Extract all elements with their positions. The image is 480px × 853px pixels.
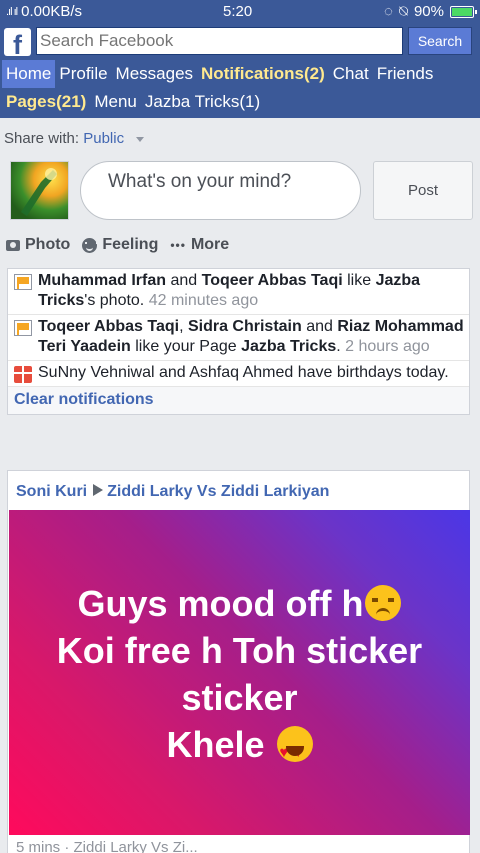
feeling-action[interactable]: Feeling (82, 236, 158, 254)
battery-percent: 90% (413, 3, 444, 20)
heart-eyes-emoji-icon (276, 726, 313, 776)
share-with-label: Share with: (4, 130, 80, 147)
main-nav: Home Profile Messages Notifications(2) Chat F… (2, 60, 478, 116)
nav-messages[interactable]: Messages (112, 60, 197, 88)
nav-menu[interactable]: Menu (90, 88, 141, 116)
post-line: Koi free h Toh sticker (56, 630, 423, 671)
arrow-right-icon (93, 484, 104, 496)
notification-text: SuNny Vehniwal and Ashfaq Ahmed have bir… (38, 364, 449, 381)
notification-time: 2 hours ago (345, 338, 430, 355)
post-line: Guys mood off h (77, 583, 364, 624)
post-line: sticker (181, 677, 298, 718)
nav-chat[interactable]: Chat (329, 60, 373, 88)
status-input[interactable]: What's on your mind? (80, 161, 361, 220)
signal-icon: .ıl ıl (6, 5, 18, 18)
composer-actions: Photo Feeling ••• More (6, 236, 229, 254)
nav-profile[interactable]: Profile (55, 60, 111, 88)
notification-item[interactable]: Muhammad Irfan and Toqeer Abbas Taqi lik… (8, 269, 469, 315)
feeling-label: Feeling (102, 236, 159, 253)
battery-icon (450, 5, 477, 18)
notifications-panel: Muhammad Irfan and Toqeer Abbas Taqi lik… (7, 268, 470, 415)
camera-icon (6, 239, 20, 251)
photo-label: Photo (25, 236, 71, 253)
clock: 5:20 (223, 3, 253, 20)
post-target-link[interactable]: Ziddi Larky Vs Ziddi Larkiyan (107, 483, 329, 500)
nav-pages[interactable]: Pages(21) (2, 88, 90, 116)
post-author-link[interactable]: Soni Kuri (16, 483, 87, 500)
nav-notifications[interactable]: Notifications(2) (197, 60, 329, 88)
nav-jazba-tricks[interactable]: Jazba Tricks(1) (141, 88, 264, 116)
search-input[interactable] (36, 27, 403, 55)
nav-home[interactable]: Home (2, 60, 56, 88)
more-label: More (190, 236, 230, 253)
network-speed: 0.00KB/s (21, 3, 82, 20)
share-with: Share with: Public (4, 130, 145, 147)
status-bar: .ıl ıl 0.00KB/s 5:20 ◌ ⍉ 90% (0, 0, 480, 25)
avatar[interactable] (10, 161, 69, 220)
post-image[interactable]: Guys mood off h Koi free h Toh sticker s… (9, 510, 470, 835)
more-dots-icon: ••• (170, 238, 186, 252)
clear-notifications-link[interactable]: Clear notifications (8, 387, 469, 414)
alarm-muted-icon: ⍉ (398, 3, 408, 20)
post-meta: 5 mins · Ziddi Larky Vs Zi... (16, 839, 198, 853)
smiley-icon (82, 237, 99, 253)
post-line: Khele (166, 724, 265, 765)
post-header: Soni Kuri Ziddi Larky Vs Ziddi Larkiyan (16, 483, 329, 501)
notification-item[interactable]: SuNny Vehniwal and Ashfaq Ahmed have bir… (8, 361, 469, 387)
post-card: Soni Kuri Ziddi Larky Vs Ziddi Larkiyan G… (7, 470, 470, 853)
post-button[interactable]: Post (373, 161, 473, 220)
audience-selector[interactable]: Public (83, 130, 124, 147)
search-button[interactable]: Search (408, 27, 472, 55)
headset-icon: ◌ (384, 3, 393, 20)
notification-item[interactable]: Toqeer Abbas Taqi, Sidra Christain and R… (8, 315, 469, 361)
chevron-down-icon[interactable] (136, 136, 145, 142)
header: f Search HomeProfileMessagesNotification… (0, 25, 480, 118)
photo-action[interactable]: Photo (6, 236, 70, 254)
page-flag-icon (14, 320, 32, 336)
pensive-face-emoji-icon (365, 585, 402, 621)
birthday-gift-icon (14, 366, 32, 383)
page-flag-icon (14, 274, 32, 290)
nav-friends[interactable]: Friends (373, 60, 438, 88)
more-action[interactable]: ••• More (170, 236, 229, 254)
notification-time: 42 minutes ago (148, 292, 259, 309)
facebook-logo-icon[interactable]: f (4, 28, 31, 56)
post-text: Guys mood off h Koi free h Toh sticker s… (9, 580, 470, 776)
